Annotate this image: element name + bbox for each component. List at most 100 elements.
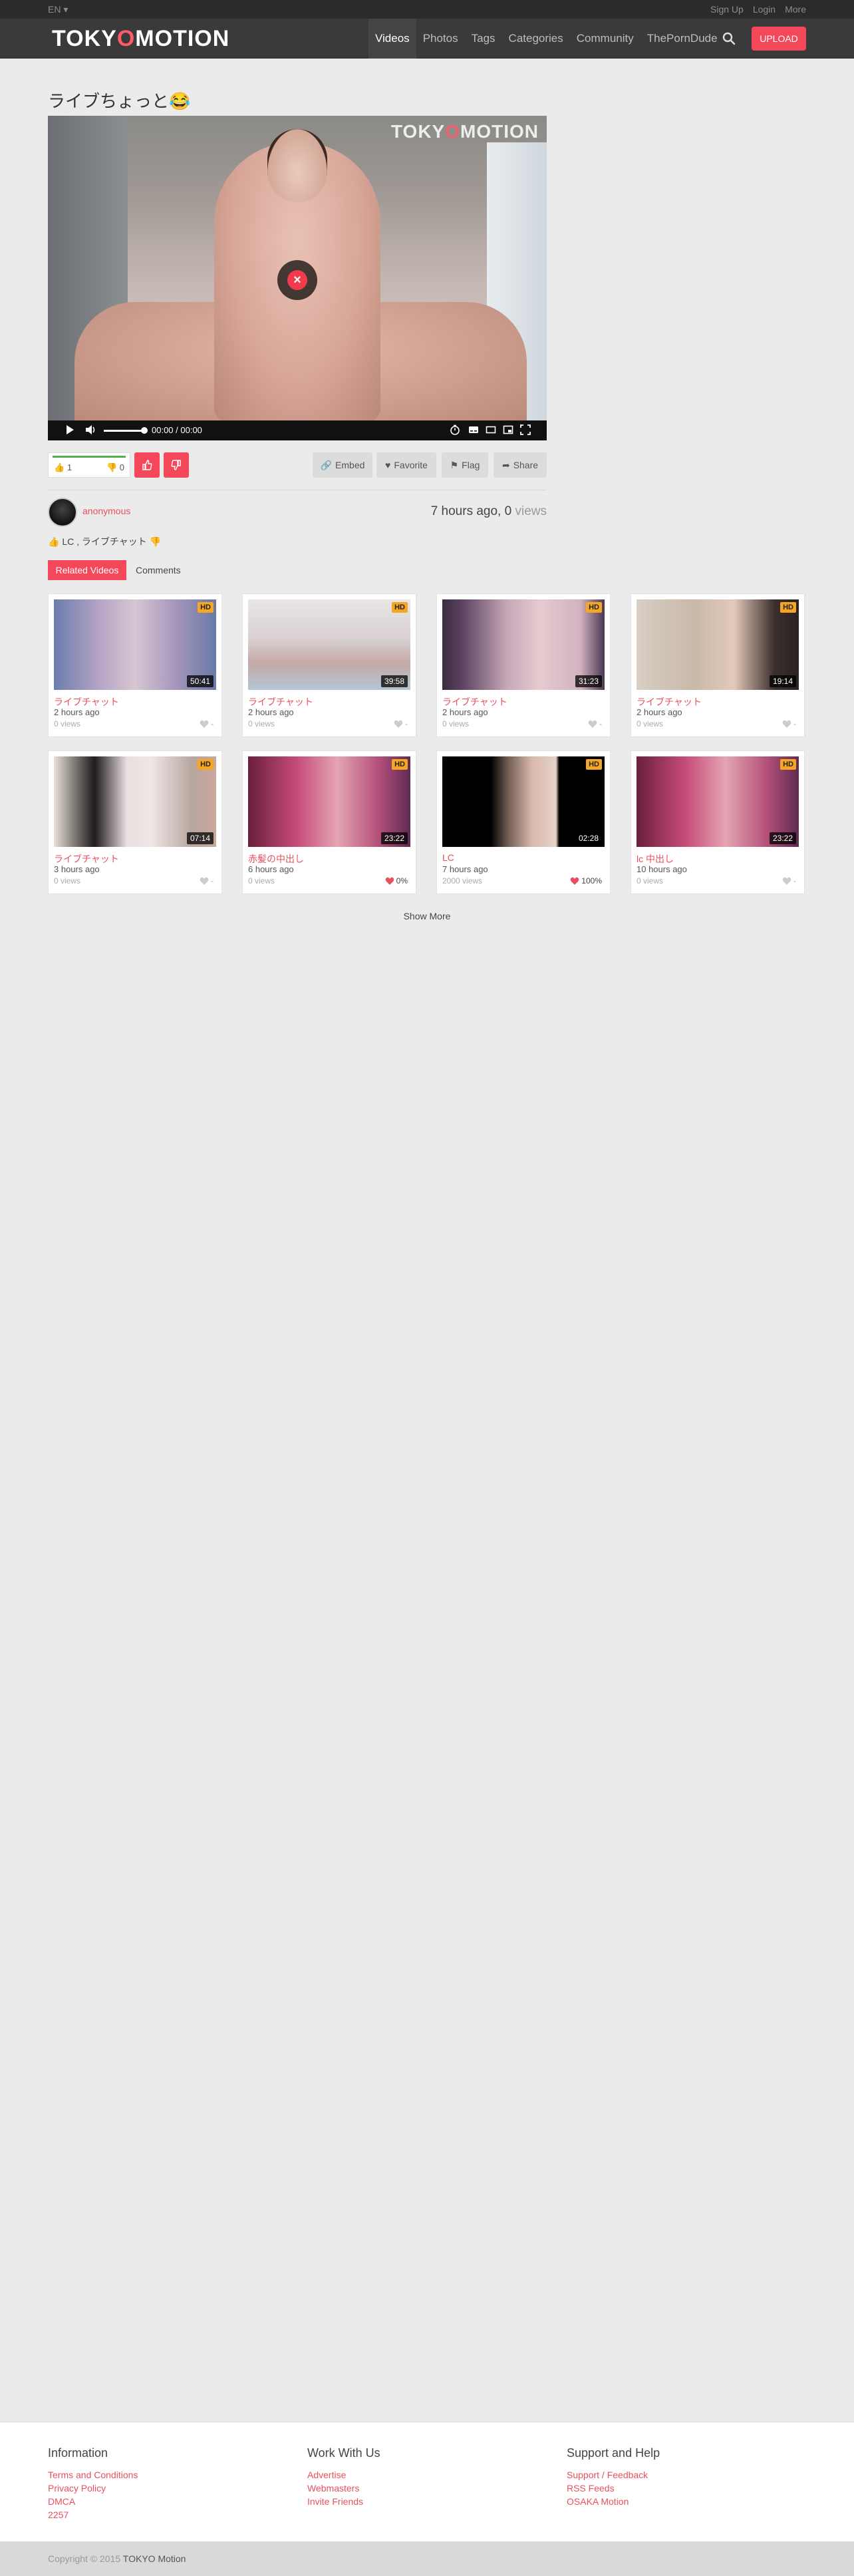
pip-icon[interactable] <box>503 424 513 438</box>
watermark-text-2: MOTION <box>460 121 539 142</box>
video-thumbnail[interactable]: HD 23:22 <box>637 756 799 847</box>
heart-icon <box>385 877 394 885</box>
footer-link-support[interactable]: Support / Feedback <box>567 2468 660 2482</box>
uploader-name[interactable]: anonymous <box>82 506 130 516</box>
video-thumbnail[interactable]: HD 39:58 <box>248 599 410 690</box>
tab-related-videos[interactable]: Related Videos <box>48 560 126 580</box>
footer-link-invite[interactable]: Invite Friends <box>307 2495 380 2508</box>
tags-text[interactable]: LC , ライブチャット <box>62 536 146 547</box>
share-icon: ➦ <box>501 459 510 470</box>
rating-value: - <box>793 719 796 728</box>
footer-link-osaka[interactable]: OSAKA Motion <box>567 2495 660 2508</box>
duration-badge: 50:41 <box>186 675 214 687</box>
video-card[interactable]: HD 50:41 ライブチャット 2 hours ago 0 views - <box>48 593 222 737</box>
nav-item-theporndude[interactable]: ThePornDude <box>640 19 724 59</box>
video-card[interactable]: HD 39:58 ライブチャット 2 hours ago 0 views - <box>242 593 416 737</box>
video-card-views: 0 views <box>248 719 275 728</box>
video-card-rating: 0% <box>385 876 408 886</box>
video-card-title[interactable]: lc 中出し <box>637 852 674 866</box>
video-card-views: 0 views <box>442 719 470 728</box>
signup-link[interactable]: Sign Up <box>710 4 744 15</box>
timer-icon[interactable] <box>450 424 460 438</box>
tab-comments[interactable]: Comments <box>130 560 186 580</box>
upload-button[interactable]: UPLOAD <box>752 27 806 51</box>
copyright-brand[interactable]: TOKYO Motion <box>123 2553 186 2564</box>
video-thumbnail[interactable]: HD 19:14 <box>637 599 799 690</box>
heart-icon <box>570 877 579 885</box>
nav-item-photos[interactable]: Photos <box>416 19 465 59</box>
video-tags[interactable]: 👍 LC , ライブチャット 👎 <box>48 535 161 548</box>
nav-item-community[interactable]: Community <box>570 19 640 59</box>
nav-item-categories[interactable]: Categories <box>502 19 570 59</box>
video-card-time: 10 hours ago <box>637 864 687 874</box>
subtitles-icon[interactable] <box>468 424 479 438</box>
heart-icon <box>200 720 209 728</box>
video-card[interactable]: HD 02:28 LC 7 hours ago 2000 views 100% <box>436 750 611 894</box>
rating-value: - <box>405 719 408 728</box>
embed-button[interactable]: 🔗 Embed <box>313 452 372 478</box>
upload-time: 7 hours ago, <box>430 504 501 518</box>
footer-link-terms[interactable]: Terms and Conditions <box>48 2468 138 2482</box>
site-logo[interactable]: TOKYOMOTION <box>52 27 229 50</box>
copyright-text: Copyright © 2015 TOKYO Motion <box>48 2553 186 2564</box>
volume-slider[interactable] <box>104 430 144 432</box>
video-card[interactable]: HD 31:23 ライブチャット 2 hours ago 0 views - <box>436 593 611 737</box>
video-card-title[interactable]: ライブチャット <box>637 695 702 709</box>
hd-badge: HD <box>780 759 796 770</box>
video-card[interactable]: HD 23:22 lc 中出し 10 hours ago 0 views - <box>631 750 805 894</box>
like-button[interactable] <box>134 452 160 478</box>
video-card-title[interactable]: ライブチャット <box>248 695 313 709</box>
login-link[interactable]: Login <box>753 4 776 15</box>
video-thumbnail[interactable]: HD 50:41 <box>54 599 216 690</box>
nav-item-videos[interactable]: Videos <box>368 19 416 59</box>
theater-mode-icon[interactable] <box>486 424 496 438</box>
video-thumbnail[interactable]: HD 31:23 <box>442 599 605 690</box>
play-icon[interactable] <box>65 424 74 438</box>
footer-link-rss[interactable]: RSS Feeds <box>567 2482 660 2495</box>
rating-box: 👍 1 👎 0 <box>48 452 130 478</box>
show-more-button[interactable]: Show More <box>394 907 460 925</box>
video-card-title[interactable]: ライブチャット <box>442 695 507 709</box>
video-card-title[interactable]: 赤髪の中出し <box>248 852 304 866</box>
video-card[interactable]: HD 23:22 赤髪の中出し 6 hours ago 0 views 0% <box>242 750 416 894</box>
favorite-button[interactable]: ♥ Favorite <box>376 452 436 478</box>
language-selector[interactable]: EN ▾ <box>48 4 68 15</box>
footer-link-dmca[interactable]: DMCA <box>48 2495 138 2508</box>
footer: Information Terms and Conditions Privacy… <box>0 2422 854 2541</box>
video-card[interactable]: HD 07:14 ライブチャット 3 hours ago 0 views - <box>48 750 222 894</box>
footer-link-webmasters[interactable]: Webmasters <box>307 2482 380 2495</box>
avatar[interactable] <box>48 498 77 527</box>
dislike-button[interactable] <box>164 452 189 478</box>
volume-icon[interactable] <box>85 424 97 438</box>
top-bar: EN ▾ Sign Up Login More <box>0 0 854 19</box>
player-error-icon[interactable]: × <box>277 260 317 300</box>
video-thumbnail[interactable]: HD 02:28 <box>442 756 605 847</box>
video-player[interactable]: TOKYOMOTION × 00:00 / 00:00 <box>48 116 547 440</box>
duration-badge: 31:23 <box>575 675 602 687</box>
main-navbar: TOKYOMOTION Videos Photos Tags Categorie… <box>0 19 854 59</box>
nav-item-tags[interactable]: Tags <box>465 19 502 59</box>
views-label: views <box>515 504 547 518</box>
share-button[interactable]: ➦ Share <box>494 452 547 478</box>
video-card[interactable]: HD 19:14 ライブチャット 2 hours ago 0 views - <box>631 593 805 737</box>
footer-link-advertise[interactable]: Advertise <box>307 2468 380 2482</box>
video-card-title[interactable]: LC <box>442 852 454 863</box>
duration-badge: 39:58 <box>380 675 408 687</box>
footer-link-2257[interactable]: 2257 <box>48 2508 138 2521</box>
account-links: Sign Up Login More <box>710 4 806 15</box>
thumbs-up-icon <box>142 460 152 470</box>
video-thumbnail[interactable]: HD 23:22 <box>248 756 410 847</box>
player-controls: 00:00 / 00:00 <box>48 420 547 440</box>
volume-knob[interactable] <box>141 427 148 434</box>
video-thumbnail[interactable]: HD 07:14 <box>54 756 216 847</box>
search-icon[interactable] <box>721 31 737 47</box>
flag-button[interactable]: ⚑ Flag <box>442 452 488 478</box>
rating-value: - <box>211 719 214 728</box>
video-card-title[interactable]: ライブチャット <box>54 852 119 866</box>
footer-link-privacy[interactable]: Privacy Policy <box>48 2482 138 2495</box>
more-link[interactable]: More <box>785 4 806 15</box>
video-card-time: 2 hours ago <box>248 707 294 717</box>
flag-icon: ⚑ <box>450 459 459 470</box>
video-card-title[interactable]: ライブチャット <box>54 695 119 709</box>
fullscreen-icon[interactable] <box>520 424 531 438</box>
